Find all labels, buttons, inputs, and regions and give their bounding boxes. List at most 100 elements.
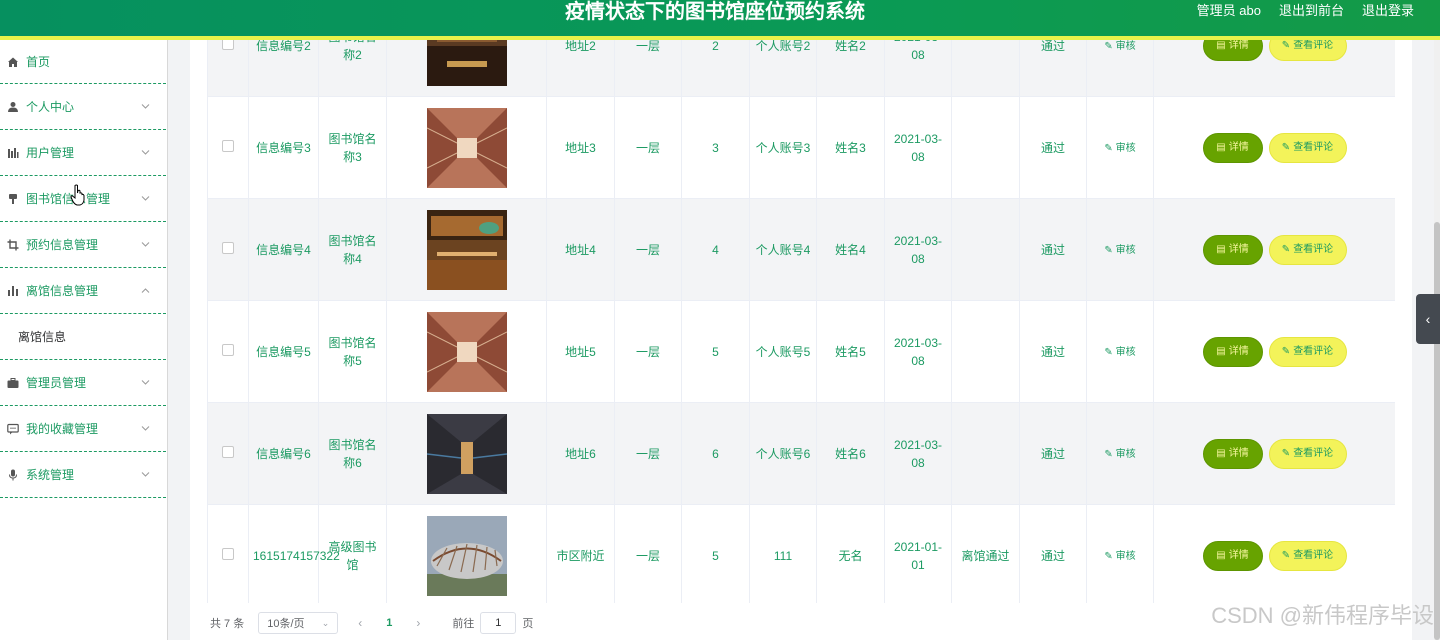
cell-status: 通过	[1019, 198, 1087, 301]
next-page-icon[interactable]: ›	[416, 616, 420, 630]
page-number-current[interactable]: 1	[386, 617, 392, 629]
edit-icon: ✎	[1104, 550, 1116, 562]
cell-actions: ▤ 详情 ✎ 查看评论	[1153, 40, 1395, 97]
row-checkbox[interactable]	[222, 445, 234, 458]
view-comments-button[interactable]: ✎ 查看评论	[1268, 438, 1347, 469]
floor: 一层	[635, 140, 660, 155]
cell-code: 信息编号6	[248, 402, 319, 505]
detail-button[interactable]: ▤ 详情	[1202, 336, 1263, 367]
cell-image	[386, 504, 547, 603]
back-to-front-link[interactable]: 退出到前台	[1279, 0, 1344, 24]
cell-seat: 4	[681, 198, 750, 301]
detail-button[interactable]: ▤ 详情	[1202, 438, 1263, 469]
account: 111	[773, 548, 793, 563]
edit-icon: ✎	[1281, 447, 1291, 459]
date: 2021-03-08	[893, 437, 943, 470]
checkbox-cell	[207, 40, 249, 97]
goto-page-input[interactable]: 1	[480, 612, 517, 634]
cell-image	[386, 402, 547, 505]
total-count: 共 7 条	[210, 618, 245, 630]
review-link[interactable]: ✎ 审核	[1104, 449, 1135, 460]
checkbox-cell	[207, 198, 249, 301]
review-link[interactable]: ✎ 审核	[1104, 347, 1135, 358]
view-comments-button[interactable]: ✎ 查看评论	[1268, 336, 1347, 367]
cell-leave	[951, 402, 1020, 505]
sidebar-item-label: 我的收藏管理	[26, 422, 99, 436]
checkbox-cell	[207, 504, 249, 603]
review-link[interactable]: ✎ 审核	[1104, 551, 1135, 562]
cell-leave: 离馆通过	[951, 504, 1020, 603]
address: 地址3	[565, 140, 596, 155]
sidebar-item-3[interactable]: 图书馆信息管理	[0, 176, 166, 222]
logout-link[interactable]: 退出登录	[1362, 0, 1414, 24]
info-code: 信息编号2	[256, 40, 311, 53]
document-icon: ▤	[1216, 243, 1226, 255]
row-checkbox[interactable]	[222, 139, 234, 152]
sidebar-item-8[interactable]: 系统管理	[0, 452, 166, 498]
address: 地址5	[565, 344, 596, 359]
edit-icon: ✎	[1104, 448, 1116, 460]
date: 2021-03-08	[893, 233, 943, 266]
floor: 一层	[635, 344, 660, 359]
prev-page-icon[interactable]: ‹	[358, 616, 362, 630]
view-comments-button[interactable]: ✎ 查看评论	[1268, 234, 1347, 265]
sidebar-item-1[interactable]: 个人中心	[0, 84, 166, 130]
row-checkbox[interactable]	[222, 343, 234, 356]
cell-seat: 6	[681, 402, 750, 505]
row-checkbox[interactable]	[222, 547, 234, 560]
chevron-down-icon	[141, 377, 150, 388]
cell-status: 通过	[1019, 40, 1087, 97]
seat-number: 3	[712, 140, 719, 155]
cell-floor: 一层	[614, 504, 682, 603]
page-size-select[interactable]: 10条/页 ⌄	[258, 612, 339, 634]
document-icon: ▤	[1216, 549, 1226, 561]
sidebar-item-0[interactable]: 首页	[0, 40, 166, 84]
detail-button[interactable]: ▤ 详情	[1202, 234, 1263, 265]
view-comments-button[interactable]: ✎ 查看评论	[1268, 40, 1347, 61]
sidebar-item-7[interactable]: 我的收藏管理	[0, 406, 166, 452]
cell-review: ✎ 审核	[1086, 96, 1154, 199]
sidebar-item-4[interactable]: 预约信息管理	[0, 222, 166, 268]
review-link[interactable]: ✎ 审核	[1104, 41, 1135, 52]
view-comments-button[interactable]: ✎ 查看评论	[1268, 132, 1347, 163]
approval-status: 通过	[1040, 40, 1065, 53]
table-row: 1615174157322 高级图书馆 市区附近 一层 5 111 无名 2021-01-01…	[207, 504, 1395, 603]
row-checkbox[interactable]	[222, 40, 234, 50]
view-comments-button[interactable]: ✎ 查看评论	[1268, 540, 1347, 571]
review-label: 审核	[1115, 142, 1136, 154]
submenu-item-leave-info[interactable]: 离馆信息	[0, 314, 166, 360]
row-checkbox[interactable]	[222, 241, 234, 254]
seat-number: 5	[712, 344, 719, 359]
cell-date: 2021-03-08	[884, 96, 952, 199]
side-toggle-button[interactable]: ‹	[1416, 294, 1440, 344]
library-icon	[6, 192, 20, 206]
sidebar-item-6[interactable]: 管理员管理	[0, 360, 166, 406]
detail-button[interactable]: ▤ 详情	[1202, 40, 1263, 61]
review-label: 审核	[1115, 550, 1136, 562]
library-thumbnail	[426, 311, 507, 392]
chevron-down-icon	[141, 147, 150, 158]
account: 个人账号3	[755, 140, 811, 155]
review-link[interactable]: ✎ 审核	[1104, 143, 1135, 154]
pagination: 共 7 条 10条/页 ⌄ ‹ 1 › 前往 1 页	[210, 612, 533, 634]
library-thumbnail	[426, 413, 507, 494]
detail-button[interactable]: ▤ 详情	[1202, 132, 1263, 163]
comment-label: 查看评论	[1293, 141, 1334, 153]
chevron-left-icon: ‹	[1425, 311, 1431, 327]
table-row: 信息编号6 图书馆名称6 地址6 一层 6 个人账号6 姓名6 2021-03-08 通过 ✎ 审…	[207, 402, 1395, 505]
cell-image	[386, 96, 547, 199]
account: 个人账号2	[755, 40, 811, 53]
review-link[interactable]: ✎ 审核	[1104, 245, 1135, 256]
sidebar-item-2[interactable]: 用户管理	[0, 130, 166, 176]
sidebar-item-5[interactable]: 离馆信息管理	[0, 268, 166, 314]
users-icon	[6, 146, 20, 160]
date: 2021-03-08	[893, 335, 943, 368]
scrollbar-thumb[interactable]	[1434, 222, 1440, 640]
comment-label: 查看评论	[1293, 447, 1334, 459]
cell-actions: ▤ 详情 ✎ 查看评论	[1153, 198, 1395, 301]
chevron-up-icon	[141, 285, 150, 296]
hand-cursor-icon	[70, 184, 88, 206]
edit-icon: ✎	[1281, 243, 1291, 255]
seat-number: 5	[712, 548, 719, 563]
detail-button[interactable]: ▤ 详情	[1202, 540, 1263, 571]
